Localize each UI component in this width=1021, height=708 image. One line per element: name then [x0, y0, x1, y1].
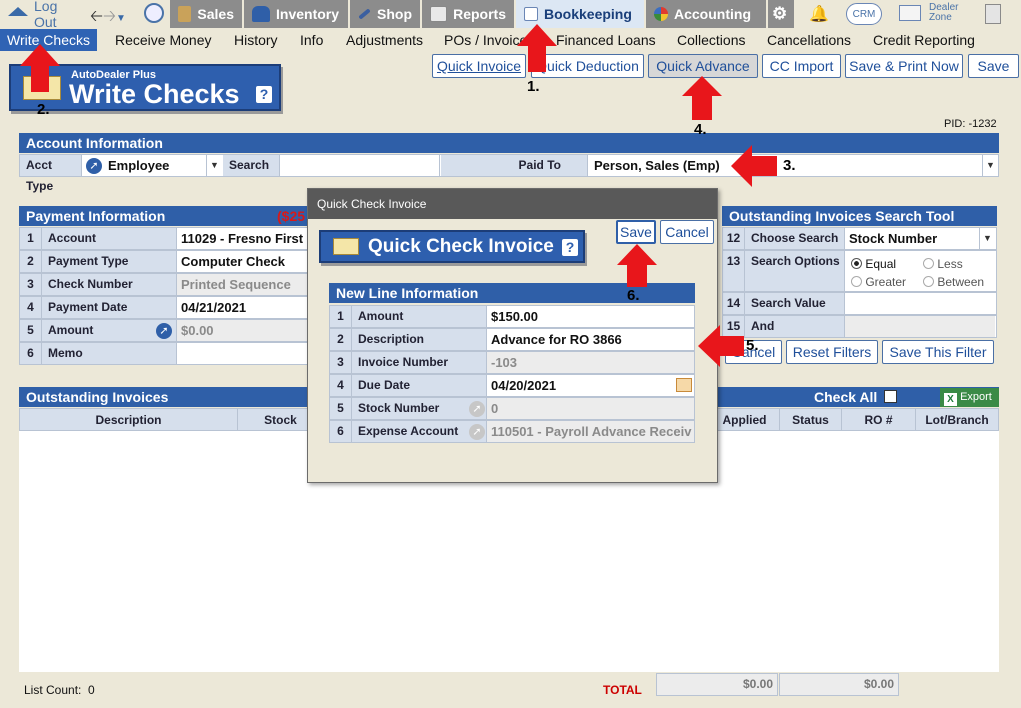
annotation-layer	[20, 24, 777, 367]
callout-4: 4.	[694, 121, 707, 138]
red-arrow-6	[617, 244, 657, 287]
callout-2: 2.	[37, 101, 50, 118]
callout-5: 5.	[746, 337, 759, 354]
red-arrow-3	[731, 145, 777, 187]
callout-6: 6.	[627, 287, 640, 304]
callout-1: 1.	[527, 78, 540, 95]
red-arrow-4	[682, 76, 722, 120]
red-arrow-2	[20, 44, 60, 92]
red-arrow-5	[698, 325, 744, 367]
red-arrow-1	[517, 24, 557, 72]
callout-3: 3.	[783, 157, 796, 174]
